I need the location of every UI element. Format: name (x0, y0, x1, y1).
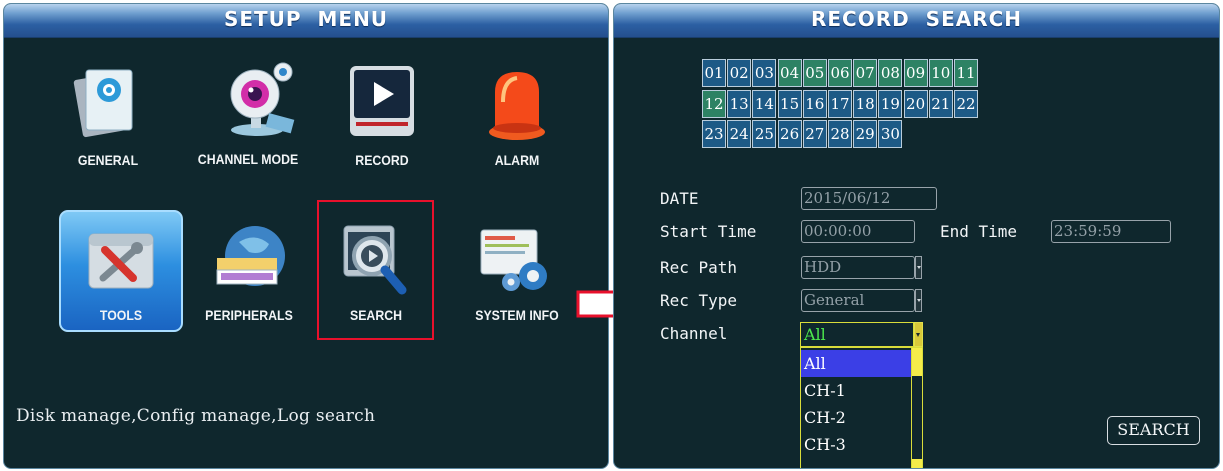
menu-label-tools: TOOLS (99, 307, 143, 323)
channel-label: Channel (660, 324, 728, 343)
end-time-label: End Time (940, 222, 1018, 241)
menu-item-system-info[interactable]: SYSTEM INFO (452, 222, 582, 332)
tools-wrench-screwdriver-icon (81, 222, 161, 302)
setup-menu-title: SETUP MENU (4, 4, 608, 38)
calendar-day[interactable]: 22 (954, 89, 978, 118)
channel-dropdown-list: All CH-1 CH-2 CH-3 (800, 347, 923, 468)
calendar-day[interactable]: 28 (828, 120, 852, 148)
start-time-label: Start Time (660, 222, 757, 241)
calendar-day[interactable]: 08 (878, 59, 903, 87)
menu-item-alarm[interactable]: ALARM (452, 62, 582, 192)
channel-option-ch2[interactable]: CH-2 (801, 404, 913, 431)
record-search-title: RECORD SEARCH (614, 4, 1219, 38)
channel-option-ch1[interactable]: CH-1 (801, 377, 913, 404)
webcam-icon (209, 58, 295, 138)
calendar-day[interactable]: 18 (853, 89, 878, 118)
search-button[interactable]: SEARCH (1107, 416, 1200, 445)
rec-type-select[interactable]: General (801, 289, 915, 312)
calendar-day[interactable]: 06 (828, 59, 852, 87)
rec-path-dropdown-arrow-icon[interactable] (915, 256, 922, 279)
calendar-day[interactable]: 24 (727, 120, 752, 148)
dropdown-scrollbar[interactable] (911, 348, 922, 468)
general-settings-icon (68, 62, 148, 142)
calendar-day[interactable]: 09 (903, 59, 928, 87)
menu-label-peripherals: PERIPHERALS (205, 307, 293, 323)
calendar-day[interactable]: 01 (702, 59, 726, 87)
menu-item-tools[interactable]: TOOLS (56, 222, 186, 332)
channel-option-ch3[interactable]: CH-3 (801, 431, 913, 458)
menu-item-general[interactable]: GENERAL (43, 62, 173, 192)
rec-path-label: Rec Path (660, 258, 738, 277)
calendar-day[interactable]: 14 (752, 89, 777, 118)
setup-menu-panel: SETUP MENU GENERAL CHANNEL MODE RECORD A… (3, 3, 609, 469)
menu-description-text: Disk manage,Config manage,Log search (16, 406, 376, 426)
rec-type-dropdown-arrow-icon[interactable] (915, 289, 922, 312)
scrollbar-thumb[interactable] (912, 348, 922, 376)
rec-type-label: Rec Type (660, 291, 738, 310)
end-time-field[interactable]: 23:59:59 (1051, 220, 1171, 243)
calendar-day[interactable]: 19 (878, 89, 903, 118)
calendar-day[interactable]: 10 (928, 59, 953, 87)
calendar-day[interactable]: 05 (802, 59, 827, 87)
date-label: DATE (660, 189, 699, 208)
play-video-icon (342, 62, 422, 142)
date-field[interactable]: 2015/06/12 (801, 187, 937, 210)
calendar-day[interactable]: 21 (928, 89, 953, 118)
calendar-day[interactable]: 26 (777, 120, 802, 148)
scrollbar-end-marker (912, 459, 922, 468)
calendar-day[interactable]: 23 (702, 120, 726, 148)
calendar-day[interactable]: 02 (727, 59, 752, 87)
record-search-panel: RECORD SEARCH 01 02 03 04 05 06 07 08 09 10 11 12 13… (613, 3, 1220, 469)
system-info-gears-icon (477, 222, 557, 302)
menu-item-record[interactable]: RECORD (317, 62, 447, 192)
alarm-siren-icon (477, 62, 557, 142)
calendar-day[interactable]: 25 (752, 120, 777, 148)
menu-label-alarm: ALARM (494, 152, 540, 168)
calendar-day[interactable]: 29 (853, 120, 878, 148)
menu-item-peripherals[interactable]: PERIPHERALS (184, 222, 314, 332)
calendar-day[interactable]: 04 (777, 59, 802, 87)
menu-label-record: RECORD (355, 152, 409, 168)
start-time-field[interactable]: 00:00:00 (801, 220, 915, 243)
calendar-day[interactable]: 07 (853, 59, 878, 87)
calendar-day[interactable]: 16 (802, 89, 827, 118)
channel-select[interactable]: All (800, 322, 914, 347)
rec-path-select[interactable]: HDD (801, 256, 915, 279)
calendar-day[interactable]: 03 (752, 59, 777, 87)
calendar-day[interactable]: 27 (802, 120, 827, 148)
menu-label-system-info: SYSTEM INFO (475, 307, 559, 323)
calendar-day[interactable]: 15 (777, 89, 802, 118)
calendar-day[interactable]: 17 (828, 89, 852, 118)
calendar-day[interactable]: 12 (702, 89, 726, 118)
menu-label-channel-mode: CHANNEL MODE (197, 151, 299, 167)
menu-item-channel-mode[interactable]: CHANNEL MODE (184, 54, 314, 184)
channel-dropdown-arrow-icon[interactable] (914, 322, 923, 347)
calendar-day[interactable]: 13 (727, 89, 752, 118)
calendar-day[interactable]: 30 (878, 120, 903, 148)
calendar-day[interactable]: 20 (903, 89, 928, 118)
peripherals-globe-icon (209, 222, 289, 302)
menu-label-general: GENERAL (77, 152, 139, 168)
calendar-day[interactable]: 11 (954, 59, 978, 87)
search-highlight-box (317, 200, 434, 340)
channel-option-all[interactable]: All (801, 350, 913, 377)
